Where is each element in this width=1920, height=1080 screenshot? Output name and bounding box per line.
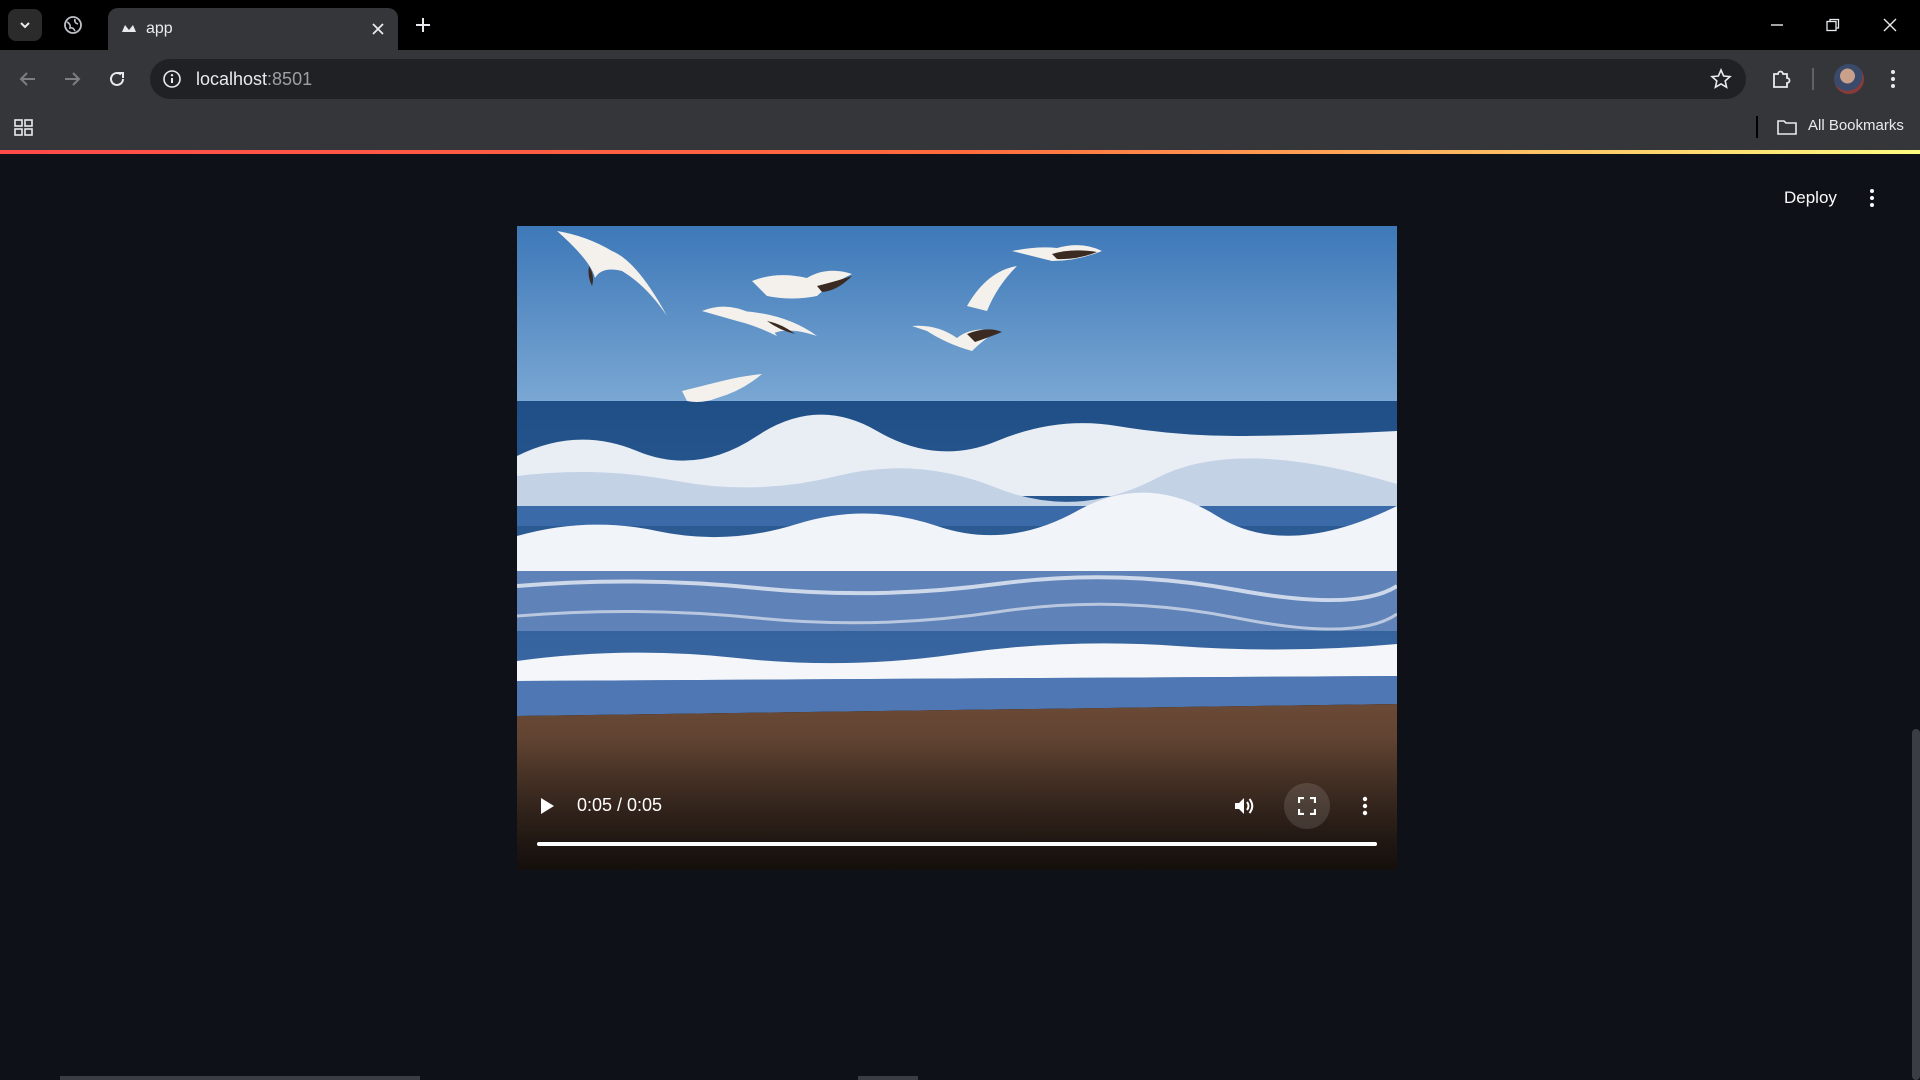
reload-icon[interactable] [101, 63, 133, 95]
toolbar-divider [1812, 68, 1814, 90]
url-text: localhost:8501 [196, 69, 312, 90]
url-host: localhost [196, 69, 268, 89]
back-arrow-icon[interactable] [12, 63, 44, 95]
fullscreen-icon [1298, 797, 1316, 815]
globe-icon[interactable] [60, 12, 86, 38]
apps-grid-icon[interactable] [12, 116, 36, 140]
progress-bar[interactable] [537, 842, 1377, 846]
volume-button[interactable] [1227, 788, 1263, 824]
time-display: 0:05 / 0:05 [577, 795, 663, 815]
bookmarks-bar: All Bookmarks [0, 108, 1920, 152]
horizontal-scrollbar-marker [858, 1076, 918, 1080]
play-button[interactable] [529, 788, 565, 824]
play-icon [541, 798, 554, 814]
minimize-icon[interactable] [1757, 10, 1797, 40]
address-bar[interactable]: localhost:8501 [150, 59, 1746, 99]
new-tab-plus-icon[interactable] [410, 12, 436, 38]
all-bookmarks-link[interactable]: All Bookmarks [1808, 117, 1904, 134]
video-options-kebab-icon[interactable] [1347, 788, 1383, 824]
extensions-puzzle-icon[interactable] [1765, 63, 1797, 95]
close-tab-icon[interactable] [368, 19, 388, 39]
folder-icon[interactable] [1776, 116, 1798, 138]
url-port: :8501 [267, 69, 313, 89]
horizontal-scrollbar-thumb[interactable] [60, 1076, 420, 1080]
fullscreen-button[interactable] [1284, 783, 1330, 829]
browser-menu-kebab-icon[interactable] [1877, 63, 1909, 95]
restore-icon[interactable] [1813, 10, 1853, 40]
close-window-icon[interactable] [1870, 10, 1910, 40]
main-menu-kebab-icon[interactable] [1858, 184, 1886, 212]
streamlit-favicon-icon [122, 25, 136, 32]
browser-toolbar: localhost:8501 [0, 50, 1920, 108]
progress-fill [537, 842, 1377, 846]
site-info-icon[interactable] [162, 69, 182, 89]
tab-search-button[interactable] [8, 9, 42, 41]
tab-title: app [146, 20, 173, 37]
streamlit-app: Deploy 0:05 / 0:05 [0, 154, 1920, 1080]
active-tab[interactable]: app [108, 8, 398, 50]
bookmark-star-icon[interactable] [1710, 68, 1732, 90]
volume-icon [1235, 798, 1254, 814]
bookmarks-divider [1756, 116, 1758, 138]
forward-arrow-icon[interactable] [56, 63, 88, 95]
deploy-button[interactable]: Deploy [1772, 182, 1849, 214]
vertical-scrollbar[interactable] [1912, 729, 1920, 1080]
browser-tabstrip: app [0, 0, 1920, 50]
chevron-down-icon [20, 22, 30, 29]
profile-avatar[interactable] [1834, 64, 1864, 94]
video-player[interactable]: 0:05 / 0:05 [517, 226, 1397, 870]
